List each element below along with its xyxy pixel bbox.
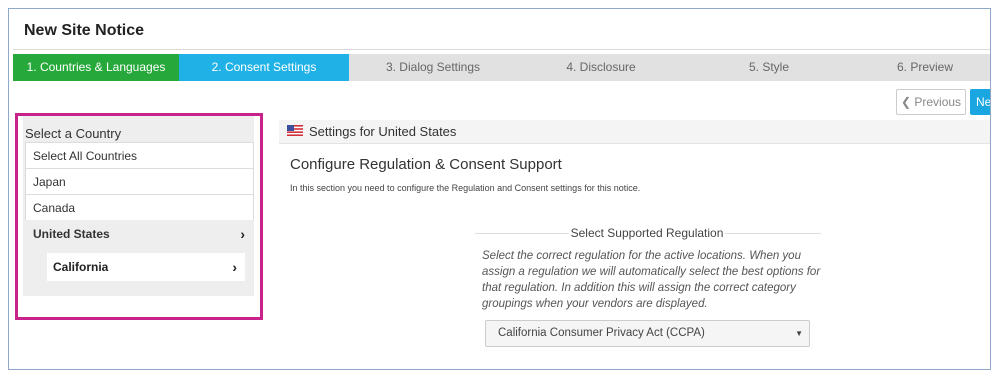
country-item-japan[interactable]: Japan: [25, 168, 254, 195]
chevron-right-icon: ›: [240, 226, 245, 242]
chevron-left-icon: ❮: [900, 95, 912, 109]
regulation-select-value: California Consumer Privacy Act (CCPA): [498, 327, 705, 339]
us-flag-icon: [287, 125, 303, 136]
step-dialog-settings[interactable]: 3. Dialog Settings: [349, 54, 517, 81]
regulation-divider-right: [725, 233, 821, 234]
country-item-select-all[interactable]: Select All Countries: [25, 142, 254, 169]
chevron-right-icon: ›: [232, 259, 237, 275]
regulation-description: Select the correct regulation for the ac…: [482, 250, 821, 310]
settings-header-label: Settings for United States: [309, 124, 457, 139]
step-disclosure[interactable]: 4. Disclosure: [517, 54, 685, 81]
step-consent-settings[interactable]: 2. Consent Settings: [179, 54, 349, 81]
step-countries-languages[interactable]: 1. Countries & Languages: [13, 54, 179, 81]
previous-button[interactable]: ❮ Previous: [896, 89, 966, 115]
settings-header: Settings for United States: [279, 120, 990, 144]
region-item-california[interactable]: California ›: [47, 253, 245, 281]
regulation-select[interactable]: California Consumer Privacy Act (CCPA) ▼: [485, 320, 810, 347]
step-preview[interactable]: 6. Preview: [853, 54, 990, 81]
country-item-canada[interactable]: Canada: [25, 194, 254, 221]
country-list: Select All Countries Japan Canada United…: [25, 142, 254, 247]
section-title: Configure Regulation & Consent Support: [290, 156, 562, 173]
next-button[interactable]: Next: [970, 89, 990, 115]
region-item-label: California: [53, 260, 109, 274]
app-window: New Site Notice 1. Countries & Languages…: [8, 8, 991, 370]
page-title: New Site Notice: [24, 22, 145, 39]
title-divider: [13, 49, 990, 50]
country-panel-title: Select a Country: [25, 126, 122, 141]
step-style[interactable]: 5. Style: [685, 54, 853, 81]
caret-down-icon: ▼: [795, 329, 803, 338]
regulation-label: Select Supported Regulation: [570, 226, 724, 240]
country-item-united-states[interactable]: United States ›: [25, 220, 254, 247]
regulation-divider-left: [475, 233, 569, 234]
country-item-label: United States: [33, 227, 110, 241]
section-description: In this section you need to configure th…: [290, 183, 641, 193]
wizard-steps: 1. Countries & Languages 2. Consent Sett…: [13, 54, 990, 81]
previous-button-label: Previous: [914, 95, 962, 109]
